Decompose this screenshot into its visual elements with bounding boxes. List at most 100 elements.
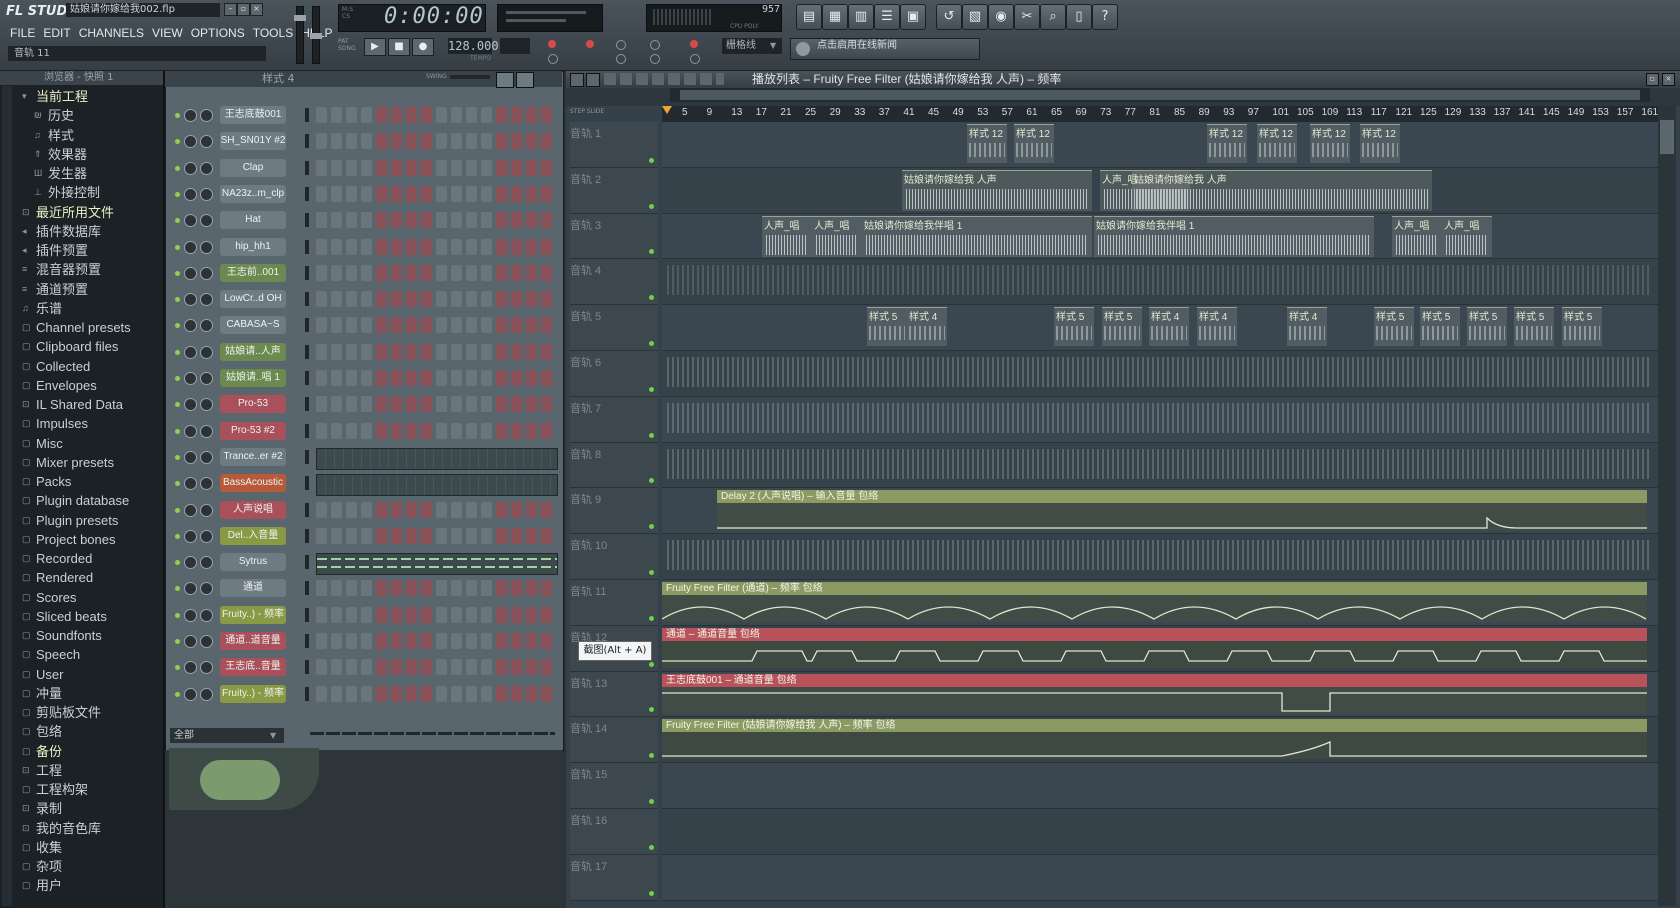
step-button[interactable] — [496, 343, 507, 360]
step-button[interactable] — [511, 107, 522, 123]
step-button[interactable] — [481, 212, 492, 229]
step-button[interactable] — [436, 238, 447, 255]
volume-knob[interactable] — [200, 687, 213, 701]
step-button[interactable] — [331, 396, 342, 413]
channel-led-icon[interactable] — [175, 454, 180, 460]
channel-select[interactable] — [305, 449, 309, 464]
step-button[interactable] — [451, 606, 462, 623]
step-button[interactable] — [436, 370, 447, 386]
step-button[interactable] — [331, 107, 342, 123]
step-button[interactable] — [376, 343, 387, 360]
step-button[interactable] — [316, 212, 327, 229]
playlist-clip[interactable]: 人声_唱 — [1392, 215, 1442, 257]
step-button[interactable] — [331, 685, 342, 702]
track-header[interactable]: 音轨 14 — [570, 717, 658, 764]
pan-knob[interactable] — [184, 319, 197, 333]
automation-clip[interactable]: Delay 2 (人声说唱) – 输入音量 包络 — [717, 490, 1647, 531]
step-button[interactable] — [496, 238, 507, 255]
track-lane[interactable] — [662, 534, 1658, 580]
step-button[interactable] — [361, 291, 372, 308]
step-button[interactable] — [526, 396, 537, 413]
step-button[interactable] — [331, 580, 342, 597]
pan-knob[interactable] — [184, 345, 197, 359]
track-lane[interactable]: 姑娘请你嫁给我 人声 人声_唱 姑娘请你嫁给我 人声 — [662, 167, 1658, 214]
step-button[interactable] — [436, 133, 447, 150]
step-button[interactable] — [391, 633, 402, 649]
step-button[interactable] — [376, 291, 387, 308]
track-mute-led-icon[interactable] — [649, 295, 654, 301]
step-button[interactable] — [406, 527, 417, 544]
step-button[interactable] — [436, 580, 447, 597]
channel-row[interactable]: Clap — [170, 158, 560, 180]
pan-knob[interactable] — [184, 240, 197, 254]
playlist-clip[interactable]: 样式 5 — [1102, 307, 1142, 347]
online-news-button[interactable]: 点击启用在线新闻 — [790, 38, 980, 60]
step-button[interactable] — [406, 370, 417, 386]
browser-item[interactable]: ▢ Sliced beats — [0, 607, 160, 626]
playlist-clip[interactable]: 样式 5 — [1514, 307, 1554, 347]
pattern-selector[interactable] — [500, 38, 530, 54]
browser-item[interactable]: ⊥ 外接控制 — [0, 183, 160, 202]
track-mute-led-icon[interactable] — [649, 615, 654, 621]
step-button[interactable] — [451, 107, 462, 123]
step-button[interactable] — [451, 580, 462, 597]
step-button[interactable] — [331, 422, 342, 439]
mini-piano-roll[interactable] — [316, 553, 558, 576]
step-button[interactable] — [511, 159, 522, 176]
step-button[interactable] — [406, 291, 417, 308]
volume-knob[interactable] — [200, 608, 213, 622]
step-button[interactable] — [526, 291, 537, 308]
step-button[interactable] — [421, 159, 432, 176]
channel-name-button[interactable]: 姑娘请..人声 — [220, 342, 286, 361]
playlist-clip[interactable]: 人声_唱 — [812, 215, 862, 257]
step-button[interactable] — [391, 238, 402, 255]
channel-name-button[interactable]: 人声说唱 — [220, 500, 286, 519]
track-lane[interactable] — [662, 809, 1658, 855]
step-button[interactable] — [361, 238, 372, 255]
step-button[interactable] — [541, 659, 552, 676]
channel-led-icon[interactable] — [175, 507, 180, 513]
track-header[interactable]: 音轨 8 — [570, 442, 658, 489]
volume-knob[interactable] — [200, 556, 213, 570]
channel-rack-icon[interactable]: ▥ — [848, 4, 874, 30]
step-button[interactable] — [451, 370, 462, 386]
step-button[interactable] — [541, 422, 552, 439]
step-button[interactable] — [541, 291, 552, 308]
step-button[interactable] — [376, 370, 387, 386]
step-button[interactable] — [511, 317, 522, 334]
step-button[interactable] — [376, 396, 387, 413]
step-button[interactable] — [346, 107, 357, 123]
step-button[interactable] — [496, 264, 507, 281]
channel-led-icon[interactable] — [175, 586, 180, 592]
pan-knob[interactable] — [184, 450, 197, 464]
step-button[interactable] — [481, 527, 492, 544]
step-button[interactable] — [526, 264, 537, 281]
step-button[interactable] — [481, 343, 492, 360]
record-led-icon[interactable] — [548, 40, 556, 48]
step-button[interactable] — [406, 633, 417, 649]
channel-led-icon[interactable] — [175, 376, 180, 381]
step-button[interactable] — [526, 343, 537, 360]
step-button[interactable] — [376, 212, 387, 229]
step-button[interactable] — [541, 580, 552, 597]
channel-select[interactable] — [305, 344, 309, 359]
playlist-clip[interactable]: 样式 5 — [1374, 307, 1414, 347]
browser-item[interactable]: ⇑ 效果器 — [0, 145, 160, 164]
step-button[interactable] — [316, 291, 327, 308]
step-button[interactable] — [466, 185, 477, 202]
step-button[interactable] — [391, 396, 402, 413]
step-button[interactable] — [511, 238, 522, 255]
step-button[interactable] — [451, 633, 462, 649]
step-button[interactable] — [496, 396, 507, 413]
step-button[interactable] — [361, 343, 372, 360]
step-button[interactable] — [406, 580, 417, 597]
step-button[interactable] — [541, 685, 552, 702]
record-led-icon[interactable] — [586, 40, 594, 48]
channel-row[interactable]: Hat — [170, 210, 560, 232]
track-header[interactable]: 音轨 11 — [570, 580, 658, 626]
close-icon[interactable]: × — [1662, 73, 1675, 86]
playlist-clip[interactable]: 样式 12 — [1207, 124, 1247, 163]
step-button[interactable] — [481, 317, 492, 334]
playlist-clip[interactable]: 样式 4 — [907, 307, 947, 347]
step-button[interactable] — [421, 501, 432, 518]
